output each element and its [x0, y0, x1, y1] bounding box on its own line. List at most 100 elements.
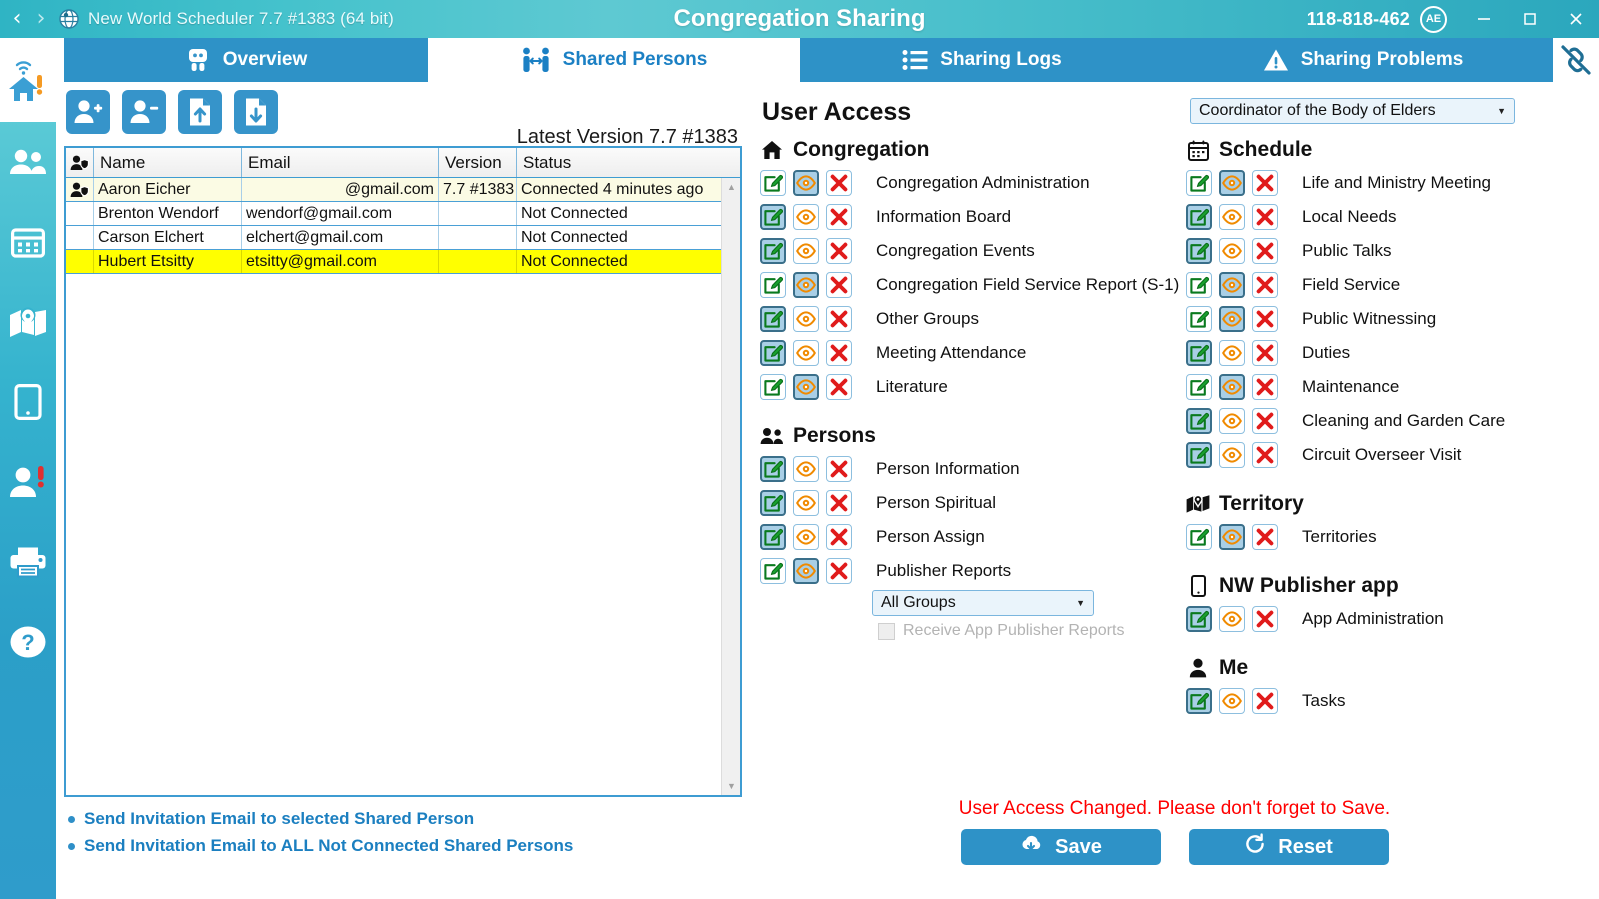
- perm-none-button[interactable]: [826, 272, 852, 298]
- perm-none-button[interactable]: [826, 374, 852, 400]
- perm-edit-button[interactable]: [1186, 606, 1212, 632]
- perm-none-button[interactable]: [1252, 606, 1278, 632]
- perm-view-button[interactable]: [793, 272, 819, 298]
- perm-edit-button[interactable]: [1186, 306, 1212, 332]
- perm-view-button[interactable]: [793, 306, 819, 332]
- perm-edit-button[interactable]: [1186, 374, 1212, 400]
- perm-view-button[interactable]: [1219, 408, 1245, 434]
- perm-view-button[interactable]: [1219, 238, 1245, 264]
- perm-edit-button[interactable]: [760, 456, 786, 482]
- perm-view-button[interactable]: [1219, 272, 1245, 298]
- table-row[interactable]: Aaron Eicher @gmail.com 7.7 #1383 Connec…: [66, 178, 740, 202]
- perm-edit-button[interactable]: [760, 170, 786, 196]
- save-button[interactable]: Save: [960, 829, 1161, 865]
- perm-none-button[interactable]: [1252, 408, 1278, 434]
- perm-none-button[interactable]: [1252, 238, 1278, 264]
- forward-button[interactable]: ›: [30, 4, 52, 34]
- perm-none-button[interactable]: [1252, 204, 1278, 230]
- perm-edit-button[interactable]: [1186, 688, 1212, 714]
- unlink-button[interactable]: [1560, 38, 1592, 82]
- perm-none-button[interactable]: [826, 524, 852, 550]
- scroll-up-icon[interactable]: ▲: [722, 178, 740, 196]
- perm-edit-button[interactable]: [760, 204, 786, 230]
- perm-edit-button[interactable]: [760, 340, 786, 366]
- perm-view-button[interactable]: [1219, 340, 1245, 366]
- perm-view-button[interactable]: [1219, 204, 1245, 230]
- perm-view-button[interactable]: [793, 340, 819, 366]
- perm-edit-button[interactable]: [760, 374, 786, 400]
- send-invitation-selected-link[interactable]: Send Invitation Email to selected Shared…: [68, 809, 573, 829]
- perm-none-button[interactable]: [826, 204, 852, 230]
- perm-view-button[interactable]: [1219, 524, 1245, 550]
- perm-view-button[interactable]: [1219, 688, 1245, 714]
- perm-edit-button[interactable]: [1186, 272, 1212, 298]
- back-button[interactable]: ‹: [6, 4, 28, 34]
- perm-none-button[interactable]: [826, 340, 852, 366]
- tab-sharing-logs[interactable]: Sharing Logs: [800, 38, 1164, 82]
- perm-edit-button[interactable]: [760, 272, 786, 298]
- perm-edit-button[interactable]: [1186, 170, 1212, 196]
- sidebar-item-territory[interactable]: [0, 294, 56, 350]
- perm-view-button[interactable]: [793, 558, 819, 584]
- perm-view-button[interactable]: [793, 204, 819, 230]
- sidebar-item-help[interactable]: ?: [0, 614, 56, 670]
- perm-edit-button[interactable]: [760, 238, 786, 264]
- perm-none-button[interactable]: [1252, 340, 1278, 366]
- perm-none-button[interactable]: [1252, 272, 1278, 298]
- perm-edit-button[interactable]: [1186, 340, 1212, 366]
- perm-edit-button[interactable]: [760, 490, 786, 516]
- perm-none-button[interactable]: [1252, 170, 1278, 196]
- tab-shared-persons[interactable]: Shared Persons: [428, 38, 800, 82]
- perm-none-button[interactable]: [826, 170, 852, 196]
- perm-edit-button[interactable]: [1186, 408, 1212, 434]
- export-button[interactable]: [178, 90, 222, 134]
- sidebar-item-print[interactable]: [0, 534, 56, 590]
- perm-view-button[interactable]: [1219, 170, 1245, 196]
- tab-sharing-problems[interactable]: Sharing Problems: [1164, 38, 1562, 82]
- perm-none-button[interactable]: [1252, 442, 1278, 468]
- perm-view-button[interactable]: [1219, 374, 1245, 400]
- perm-edit-button[interactable]: [760, 524, 786, 550]
- reset-button[interactable]: Reset: [1188, 829, 1389, 865]
- perm-none-button[interactable]: [826, 558, 852, 584]
- sidebar-item-publisher-app[interactable]: [0, 374, 56, 430]
- table-header-status[interactable]: Status: [517, 148, 740, 177]
- perm-none-button[interactable]: [826, 238, 852, 264]
- table-scrollbar[interactable]: ▲ ▼: [721, 178, 740, 795]
- publisher-group-select[interactable]: All Groups ▼: [872, 590, 1094, 616]
- perm-none-button[interactable]: [1252, 374, 1278, 400]
- avatar[interactable]: AE: [1420, 5, 1447, 33]
- perm-view-button[interactable]: [1219, 442, 1245, 468]
- table-header-name[interactable]: Name: [94, 148, 242, 177]
- perm-view-button[interactable]: [793, 238, 819, 264]
- tab-overview[interactable]: Overview: [64, 38, 428, 82]
- perm-view-button[interactable]: [793, 170, 819, 196]
- perm-edit-button[interactable]: [1186, 204, 1212, 230]
- maximize-button[interactable]: [1507, 0, 1553, 38]
- table-row[interactable]: Carson Elchert elchert@gmail.com Not Con…: [66, 226, 740, 250]
- perm-view-button[interactable]: [793, 374, 819, 400]
- perm-view-button[interactable]: [793, 524, 819, 550]
- add-shared-person-button[interactable]: [66, 90, 110, 134]
- perm-none-button[interactable]: [1252, 688, 1278, 714]
- sidebar-item-wifi-home-status[interactable]: [0, 38, 56, 122]
- perm-edit-button[interactable]: [1186, 442, 1212, 468]
- remove-shared-person-button[interactable]: [122, 90, 166, 134]
- perm-none-button[interactable]: [1252, 524, 1278, 550]
- perm-edit-button[interactable]: [760, 306, 786, 332]
- scroll-down-icon[interactable]: ▼: [722, 777, 740, 795]
- table-header-email[interactable]: Email: [242, 148, 439, 177]
- perm-edit-button[interactable]: [1186, 524, 1212, 550]
- perm-view-button[interactable]: [793, 490, 819, 516]
- table-row[interactable]: Brenton Wendorf wendorf@gmail.com Not Co…: [66, 202, 740, 226]
- receive-app-publisher-reports-checkbox[interactable]: Receive App Publisher Reports: [878, 622, 1180, 640]
- perm-none-button[interactable]: [826, 490, 852, 516]
- sidebar-item-schedule[interactable]: [0, 214, 56, 270]
- sidebar-item-me[interactable]: [0, 454, 56, 510]
- perm-view-button[interactable]: [1219, 606, 1245, 632]
- sidebar-item-persons[interactable]: [0, 134, 56, 190]
- minimize-button[interactable]: [1461, 0, 1507, 38]
- send-invitation-all-link[interactable]: Send Invitation Email to ALL Not Connect…: [68, 836, 573, 856]
- import-button[interactable]: [234, 90, 278, 134]
- perm-view-button[interactable]: [1219, 306, 1245, 332]
